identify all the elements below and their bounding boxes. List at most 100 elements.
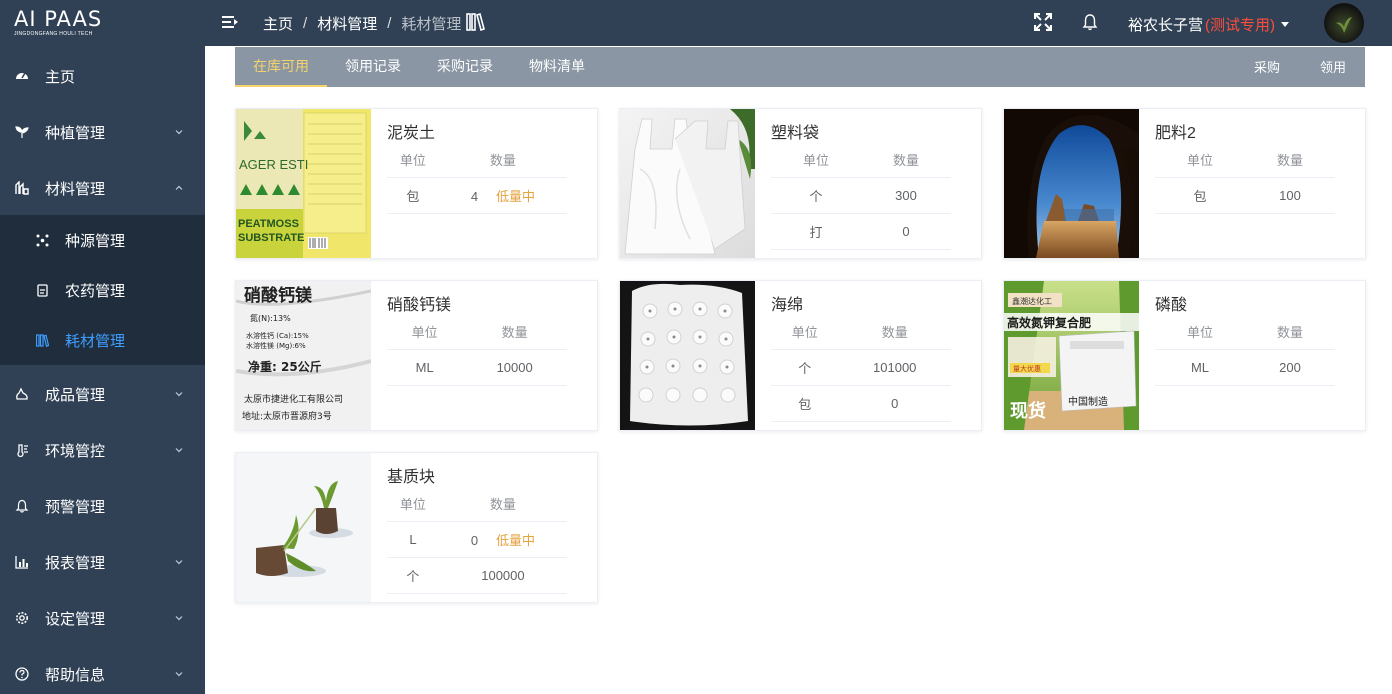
breadcrumb-current: 耗材管理	[401, 16, 462, 33]
sidebar-item-reports[interactable]: 报表管理	[0, 534, 205, 590]
user-menu[interactable]: 裕农长子营 (测试专用)	[1128, 14, 1290, 35]
menu-toggle-icon[interactable]	[222, 14, 238, 30]
quantity-value: 4	[470, 188, 479, 204]
notification-bell-icon[interactable]	[1082, 13, 1098, 31]
material-name: 基质块	[387, 469, 436, 486]
unit-header: 单位	[387, 315, 463, 350]
sidebar-item-settings[interactable]: 设定管理	[0, 590, 205, 646]
breadcrumb-home[interactable]: 主页	[263, 13, 293, 34]
sidebar-item-label: 成品管理	[45, 386, 106, 404]
material-image-substrate-block	[236, 453, 371, 602]
material-card-calcium-magnesium-nitrate[interactable]: 硝酸钙镁 氮(N):13% 水溶性钙 (Ca):15% 水溶性镁 (Mg):6%…	[235, 280, 598, 431]
thermometer-icon	[17, 444, 28, 457]
table-row: 包 100	[1155, 177, 1335, 214]
quantity-cell: 10000	[462, 349, 567, 386]
chevron-down-icon	[175, 448, 183, 453]
peat-label-line2: SUBSTRATE	[238, 232, 304, 244]
chevron-down-icon	[175, 130, 183, 135]
stock-table: 单位 数量 包 100	[1155, 143, 1335, 214]
breadcrumb-materials[interactable]: 材料管理	[317, 13, 377, 34]
material-image-nitrate: 硝酸钙镁 氮(N):13% 水溶性钙 (Ca):15% 水溶性镁 (Mg):6%…	[236, 281, 371, 430]
low-stock-badge: 低量中	[496, 532, 536, 548]
unit-header: 单位	[771, 143, 861, 178]
material-card-substrate-block[interactable]: 基质块 单位 数量 L 0 低量中 个 100000	[235, 452, 598, 603]
phos-product-name: 高效氮钾复合肥	[1007, 315, 1091, 330]
unit-cell: 包	[387, 177, 439, 214]
books-icon	[466, 12, 485, 32]
bar-chart-icon	[15, 556, 28, 569]
sidebar-item-label: 设定管理	[45, 610, 106, 628]
material-card-plastic-bag[interactable]: 塑料袋 单位 数量 个 300 打 0	[619, 108, 982, 259]
breadcrumb: 主页 / 材料管理 / 耗材管理	[263, 13, 461, 34]
seed-icon	[36, 234, 49, 246]
unit-cell: ML	[387, 349, 463, 386]
material-image-plastic-bag	[620, 109, 755, 258]
unit-cell: 个	[771, 349, 839, 386]
purchase-button[interactable]: 采购	[1254, 47, 1280, 87]
help-icon	[15, 667, 29, 681]
nitrate-address: 地址:太原市晋源府3号	[242, 410, 332, 422]
material-name: 硝酸钙镁	[387, 297, 452, 314]
sidebar-item-label: 预警管理	[45, 498, 106, 516]
table-row: 打 0	[771, 213, 951, 250]
sidebar-item-materials[interactable]: 材料管理	[0, 160, 205, 216]
breadcrumb-separator: /	[303, 15, 308, 32]
tab-requisition-records[interactable]: 领用记录	[335, 47, 411, 87]
books-icon	[36, 333, 49, 347]
logo[interactable]: AI PAAS JINGDONGFANG HOULI TECH	[0, 0, 205, 46]
sidebar-item-alerts[interactable]: 预警管理	[0, 478, 205, 534]
sidebar-item-planting[interactable]: 种植管理	[0, 104, 205, 160]
stock-table: 单位 数量 包 4 低量中	[387, 143, 567, 214]
unit-header: 单位	[387, 487, 439, 522]
material-card-peat[interactable]: AGER ESTI PEATMOSS SUBSTRATE 泥炭土 单位 数量 包 …	[235, 108, 598, 259]
material-image-sponge	[620, 281, 755, 430]
nitrate-title: 硝酸钙镁	[244, 285, 312, 306]
unit-header: 单位	[1155, 315, 1245, 350]
material-name: 塑料袋	[771, 125, 820, 142]
fullscreen-icon[interactable]	[1034, 13, 1052, 31]
quantity-cell: 101000	[838, 349, 951, 386]
logo-subtext: JINGDONGFANG HOULI TECH	[14, 31, 93, 37]
nitrate-weight: 净重: 25公斤	[248, 359, 322, 374]
materials-submenu: 种源管理 农药管理 耗材管理	[0, 215, 205, 365]
material-card-sponge[interactable]: 海绵 单位 数量 个 101000 包 0	[619, 280, 982, 431]
nitrate-company: 太原市捷进化工有限公司	[244, 393, 343, 405]
chevron-down-icon	[175, 560, 183, 565]
chevron-up-icon	[175, 185, 183, 190]
sidebar-item-label: 主页	[45, 68, 76, 86]
quantity-cell: 200	[1245, 349, 1335, 386]
sidebar-item-label: 帮助信息	[45, 666, 106, 684]
requisition-button[interactable]: 领用	[1320, 47, 1346, 87]
top-bar: AI PAAS JINGDONGFANG HOULI TECH 主页 / 材料管…	[0, 0, 1392, 46]
quantity-header: 数量	[438, 143, 567, 178]
material-image-fertilizer-2	[1004, 109, 1139, 258]
chevron-down-icon	[175, 392, 183, 397]
tab-in-stock[interactable]: 在库可用	[235, 47, 327, 87]
sidebar-item-help[interactable]: 帮助信息	[0, 646, 205, 694]
sidebar-item-home[interactable]: 主页	[0, 48, 205, 104]
sidebar-item-label: 材料管理	[45, 180, 106, 198]
stock-table: 单位 数量 个 300 打 0	[771, 143, 951, 250]
table-row: ML 200	[1155, 349, 1335, 386]
table-row: 个 300	[771, 177, 951, 214]
quantity-header: 数量	[1245, 143, 1335, 178]
table-row: 包 4 低量中	[387, 177, 567, 214]
material-card-fertilizer-2[interactable]: 肥料2 单位 数量 包 100	[1003, 108, 1366, 259]
avatar[interactable]	[1324, 3, 1364, 43]
tab-material-list[interactable]: 物料清单	[519, 47, 595, 87]
sidebar-subitem-consumables[interactable]: 耗材管理	[0, 315, 205, 365]
unit-header: 单位	[1155, 143, 1245, 178]
sidebar-item-products[interactable]: 成品管理	[0, 366, 205, 422]
table-row: 包 0	[771, 385, 951, 422]
sidebar-subitem-label: 农药管理	[65, 282, 126, 300]
gear-icon	[16, 612, 28, 624]
material-card-phosphoric-acid[interactable]: 鑫潮达化工 高效氮钾复合肥 量大优惠 现货 中国制造 磷酸 单位 数量 ML 20…	[1003, 280, 1366, 431]
sidebar-item-environment[interactable]: 环境管控	[0, 422, 205, 478]
nitrate-magnesium: 水溶性镁 (Mg):6%	[246, 341, 306, 350]
material-name: 肥料2	[1155, 125, 1196, 142]
tab-bar: 在库可用 领用记录 采购记录 物料清单 采购 领用	[235, 47, 1365, 87]
tab-purchase-records[interactable]: 采购记录	[427, 47, 503, 87]
quantity-cell: 4 低量中	[438, 177, 567, 214]
sidebar-subitem-seeds[interactable]: 种源管理	[0, 215, 205, 265]
sidebar-subitem-pesticides[interactable]: 农药管理	[0, 265, 205, 315]
